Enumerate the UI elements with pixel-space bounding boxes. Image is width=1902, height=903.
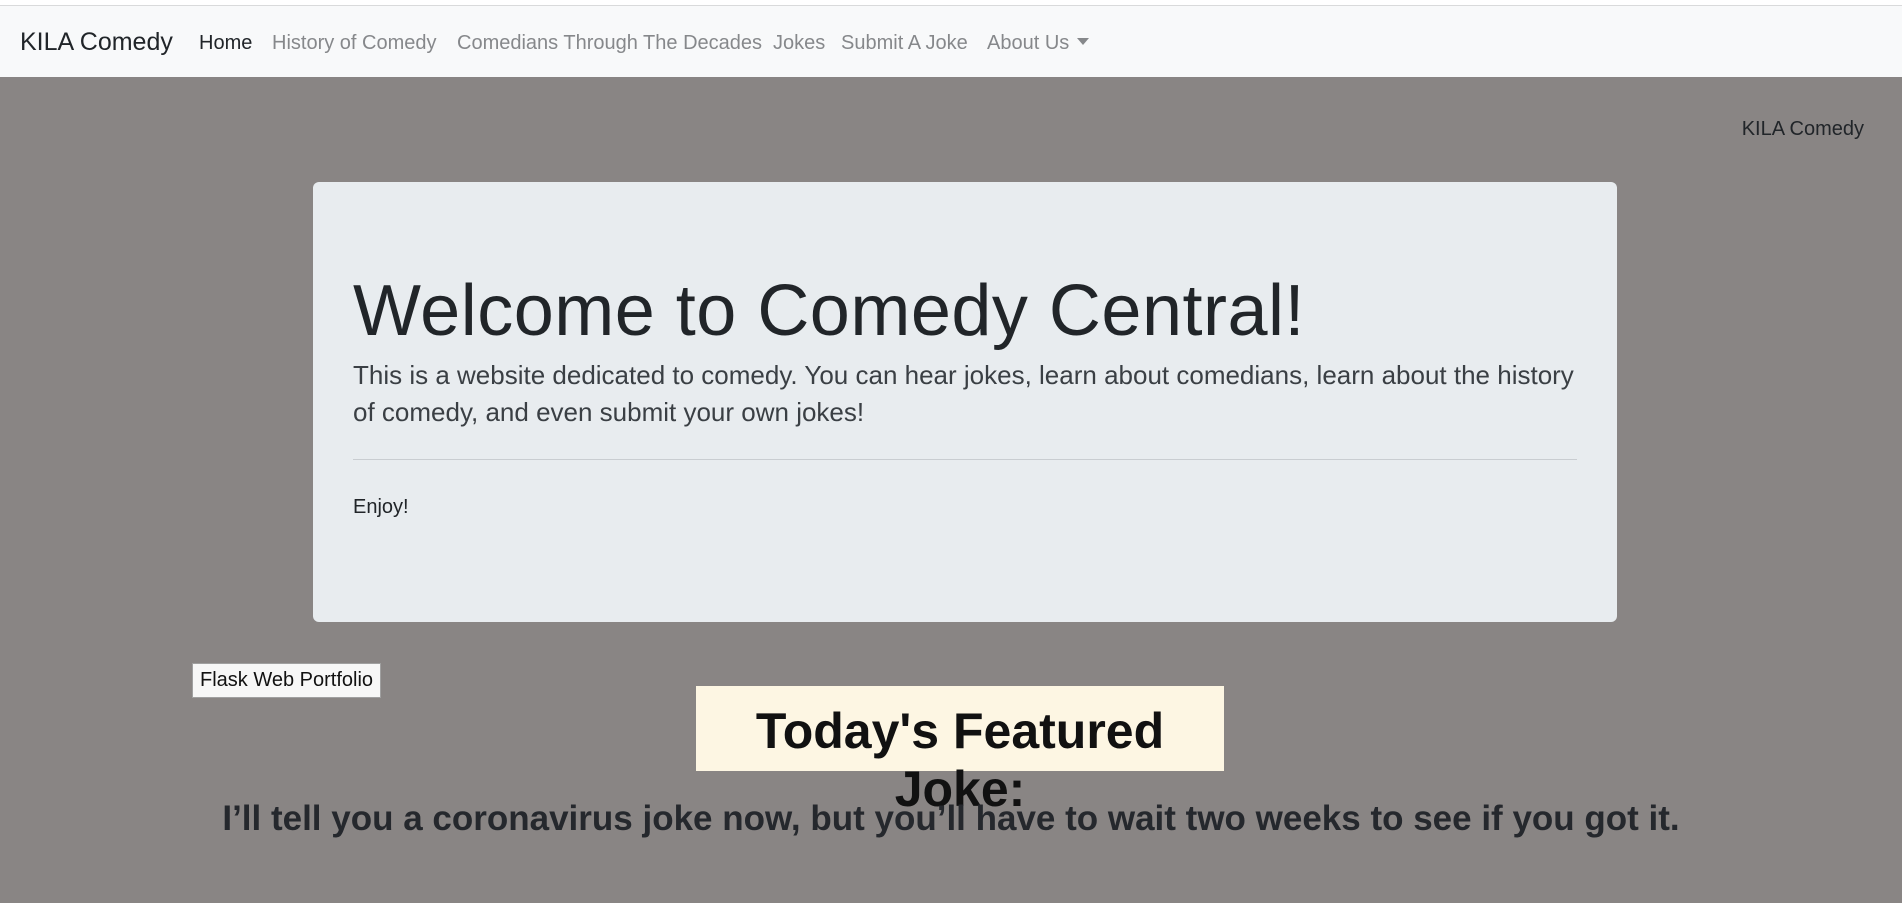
nav-link-home[interactable]: Home [199, 32, 252, 55]
welcome-title: Welcome to Comedy Central! [353, 271, 1306, 351]
nav-dropdown-about-us-label: About Us [987, 32, 1070, 54]
nav-dropdown-about-us[interactable]: About Us [987, 32, 1090, 55]
chevron-down-icon [1077, 38, 1090, 45]
welcome-lead: This is a website dedicated to comedy. Y… [353, 360, 1574, 427]
flask-web-portfolio-button[interactable]: Flask Web Portfolio [192, 663, 381, 698]
nav-link-jokes[interactable]: Jokes [773, 32, 825, 55]
featured-joke-text: I’ll tell you a coronavirus joke now, bu… [222, 799, 1680, 838]
welcome-note: Enjoy! [353, 496, 409, 518]
featured-joke-heading-box: Today's Featured Joke: [696, 686, 1224, 817]
navbar: KILA Comedy Home History of Comedy Comed… [0, 6, 1902, 77]
navbar-brand[interactable]: KILA Comedy [20, 28, 173, 57]
nav-link-comedians-through-the-decades[interactable]: Comedians Through The Decades [457, 32, 762, 55]
divider [353, 459, 1577, 460]
corner-brand-label: KILA Comedy [1741, 118, 1864, 140]
welcome-jumbotron: Welcome to Comedy Central! This is a web… [313, 182, 1617, 622]
nav-link-history-of-comedy[interactable]: History of Comedy [272, 32, 437, 55]
nav-link-submit-a-joke[interactable]: Submit A Joke [841, 32, 968, 55]
